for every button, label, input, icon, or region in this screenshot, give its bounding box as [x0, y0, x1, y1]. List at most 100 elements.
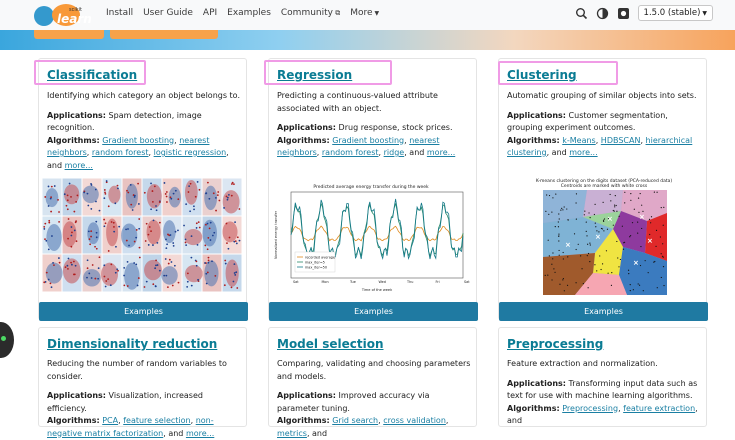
algorithm-link[interactable]: ridge	[384, 148, 405, 157]
algorithm-link[interactable]: Grid search	[332, 416, 378, 425]
sample-point	[147, 244, 150, 246]
sample-point	[71, 231, 73, 234]
floating-widget-button[interactable]	[0, 322, 14, 358]
sample-point	[112, 221, 115, 224]
nav-link-api[interactable]: API	[203, 8, 217, 18]
sample-point	[653, 261, 655, 263]
algorithm-link[interactable]: feature extraction	[623, 404, 695, 413]
decision-region	[163, 220, 176, 244]
sample-point	[145, 280, 148, 283]
nav-link-install[interactable]: Install	[106, 8, 133, 18]
algorithms-label: Algorithms:	[277, 416, 330, 425]
nav-link-user-guide[interactable]: User Guide	[143, 8, 193, 18]
examples-button[interactable]: Examples	[499, 302, 708, 321]
applications-line: Applications: Transforming input data su…	[507, 378, 703, 403]
sample-point	[58, 261, 61, 264]
sample-point	[606, 228, 609, 230]
sample-point	[632, 289, 634, 291]
sample-point	[633, 208, 635, 210]
card-description: Identifying which category an object bel…	[47, 90, 243, 172]
sample-point	[147, 233, 150, 236]
sample-point	[94, 188, 97, 191]
regression-thumbnail[interactable]: Predicted average energy transfer during…	[269, 181, 474, 293]
sample-point	[558, 249, 560, 252]
clustering-thumbnail[interactable]: K-means clustering on the digits dataset…	[535, 177, 673, 297]
legend-entry: recorded average	[305, 256, 335, 260]
algorithms-tail: , and	[546, 148, 570, 157]
algorithm-link[interactable]: feature selection	[123, 416, 190, 425]
examples-button[interactable]: Examples	[269, 302, 478, 321]
algorithms-line: Algorithms: Preprocessing, feature extra…	[507, 403, 698, 426]
sample-point	[603, 230, 605, 232]
algorithm-link[interactable]: random forest	[92, 148, 149, 157]
algorithm-link[interactable]: Preprocessing	[562, 404, 618, 413]
algorithms-line: Algorithms: Grid search, cross validatio…	[277, 416, 449, 438]
decision-region	[101, 262, 119, 286]
more-link[interactable]: more...	[569, 148, 597, 157]
algorithm-link[interactable]: Gradient boosting	[332, 136, 404, 145]
sample-point	[104, 285, 107, 288]
sample-point	[174, 189, 177, 192]
sample-point	[193, 205, 195, 208]
version-label: 1.5.0 (stable)	[643, 8, 701, 18]
search-icon[interactable]	[575, 7, 588, 20]
release-highlights-button-edge[interactable]	[110, 30, 218, 39]
sample-point	[97, 277, 100, 280]
sample-point	[57, 198, 59, 201]
sample-point	[560, 209, 562, 211]
sample-point	[118, 225, 121, 228]
theme-toggle-icon[interactable]	[596, 7, 609, 20]
card-title[interactable]: Preprocessing	[507, 337, 603, 351]
sample-point	[225, 222, 228, 225]
sample-point	[558, 235, 560, 237]
applications-label: Applications:	[507, 378, 566, 388]
classification-thumbnail[interactable]	[42, 178, 242, 295]
centroid-marker: ×	[607, 215, 613, 223]
sample-point	[230, 183, 233, 185]
version-switcher[interactable]: 1.5.0 (stable) ▼	[637, 5, 713, 21]
algorithm-link[interactable]: logistic regression	[154, 148, 227, 157]
getting-started-button-edge[interactable]	[34, 30, 104, 39]
sample-point	[234, 274, 237, 276]
sample-point	[94, 277, 97, 280]
sample-point	[238, 208, 241, 210]
card-title[interactable]: Dimensionality reduction	[47, 337, 217, 351]
nav-link-more[interactable]: More ▼	[350, 8, 379, 18]
card-preprocessing: Preprocessing Feature extraction and nor…	[498, 327, 707, 427]
algorithm-link[interactable]: random forest	[322, 148, 379, 157]
algorithm-link[interactable]: HDBSCAN	[601, 136, 641, 145]
algorithm-link[interactable]: k-Means	[562, 136, 595, 145]
algorithm-link[interactable]: cross validation	[383, 416, 446, 425]
more-link[interactable]: more...	[65, 161, 93, 170]
sample-point	[235, 271, 238, 274]
applications-label: Applications:	[47, 110, 106, 120]
sample-point	[195, 227, 198, 229]
sample-point	[135, 229, 138, 231]
nav-link-examples[interactable]: Examples	[227, 8, 271, 18]
card-title[interactable]: Model selection	[277, 337, 384, 351]
sample-point	[594, 264, 596, 266]
examples-button[interactable]: Examples	[39, 302, 248, 321]
sample-point	[630, 199, 632, 201]
algorithm-link[interactable]: Gradient boosting	[102, 136, 174, 145]
sample-point	[126, 189, 128, 192]
sample-point	[171, 284, 174, 287]
sample-point	[150, 182, 152, 185]
sample-point	[234, 221, 236, 224]
algorithm-link[interactable]: metrics	[277, 429, 307, 438]
sample-point	[589, 244, 591, 246]
sample-point	[103, 275, 106, 278]
algorithms-tail: , and	[306, 428, 328, 438]
more-link[interactable]: more...	[186, 429, 214, 438]
sample-point	[551, 263, 553, 265]
sample-point	[587, 243, 589, 245]
scikit-learn-logo[interactable]: scikit learn	[33, 3, 101, 28]
sample-point	[544, 274, 546, 277]
more-link[interactable]: more...	[427, 148, 455, 157]
nav-link-community[interactable]: Community ⧉	[281, 8, 340, 18]
description-text: Predicting a continuous-valued attribute…	[277, 91, 438, 113]
sample-point	[553, 268, 555, 270]
algorithm-link[interactable]: PCA	[102, 416, 118, 425]
github-icon[interactable]	[617, 7, 630, 20]
sample-point	[90, 208, 93, 210]
